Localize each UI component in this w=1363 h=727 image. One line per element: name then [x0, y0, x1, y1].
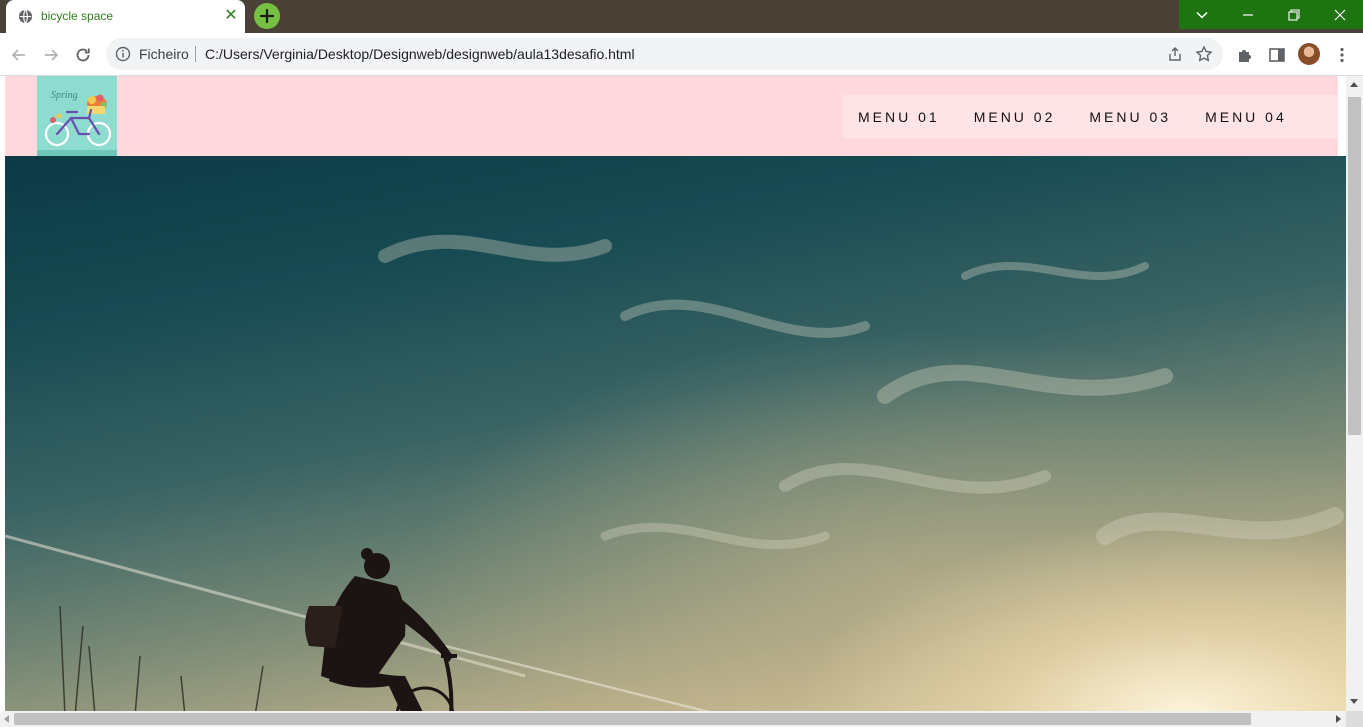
sky-cyclist-photo [5, 234, 1344, 711]
main-menu: MENU 01 MENU 02 MENU 03 MENU 04 [843, 95, 1338, 138]
url-text[interactable]: C:/Users/Verginia/Desktop/Designweb/desi… [205, 46, 635, 62]
tab-strip: bicycle space ✕ [0, 0, 1363, 33]
hero-image [5, 156, 1346, 711]
minimize-button[interactable] [1225, 0, 1271, 29]
arrow-left-icon[interactable] [9, 45, 29, 65]
horizontal-scrollbar[interactable] [0, 711, 1346, 727]
horizontal-scroll-thumb[interactable] [14, 713, 1251, 725]
browser-tab[interactable]: bicycle space ✕ [6, 0, 245, 33]
menu-item-01[interactable]: MENU 01 [858, 109, 940, 125]
site-header: Spring MENU 01 MENU 02 MENU 03 MENU 04 [5, 76, 1338, 156]
close-window-button[interactable] [1317, 0, 1363, 29]
scheme-label: Ficheiro [139, 46, 189, 62]
address-bar[interactable]: Ficheiro C:/Users/Verginia/Desktop/Desig… [106, 38, 1223, 70]
menu-item-03[interactable]: MENU 03 [1089, 109, 1171, 125]
browser-toolbar: Ficheiro C:/Users/Verginia/Desktop/Desig… [0, 33, 1363, 76]
share-icon[interactable] [1167, 46, 1183, 62]
star-icon[interactable] [1195, 45, 1213, 63]
menu-item-02[interactable]: MENU 02 [974, 109, 1056, 125]
side-panel-icon[interactable] [1267, 45, 1287, 65]
close-tab-icon[interactable]: ✕ [223, 8, 239, 24]
reload-icon[interactable] [73, 45, 93, 65]
scroll-up-icon[interactable] [1350, 82, 1358, 87]
scroll-down-icon[interactable] [1350, 699, 1358, 704]
restore-button[interactable] [1271, 0, 1317, 29]
window-controls [1179, 0, 1363, 29]
tab-search-button[interactable] [1179, 0, 1225, 29]
vertical-scroll-thumb[interactable] [1348, 97, 1361, 435]
restore-icon [1288, 8, 1300, 21]
puzzle-icon[interactable] [1235, 45, 1255, 65]
chevron-down-icon [1196, 11, 1208, 19]
logo-text: Spring [51, 90, 78, 101]
globe-icon [18, 9, 33, 24]
scrollbar-corner [1346, 711, 1363, 727]
bicycle-logo-icon: Spring [37, 76, 117, 156]
tab-title: bicycle space [41, 9, 114, 23]
page-viewport: Spring MENU 01 MENU 02 MENU 03 MENU 04 [0, 76, 1346, 711]
profile-avatar[interactable] [1298, 43, 1320, 65]
info-icon[interactable] [115, 46, 131, 62]
arrow-right-icon[interactable] [41, 45, 61, 65]
scroll-left-icon[interactable] [4, 715, 9, 723]
site-logo[interactable]: Spring [37, 76, 117, 156]
vertical-scrollbar[interactable] [1346, 76, 1363, 711]
menu-item-04[interactable]: MENU 04 [1205, 109, 1287, 125]
plus-icon [259, 8, 275, 24]
minimize-icon [1243, 13, 1253, 16]
new-tab-button[interactable] [254, 3, 280, 29]
close-icon [1334, 9, 1346, 20]
scroll-right-icon[interactable] [1336, 715, 1341, 723]
scheme-divider [195, 46, 196, 62]
kebab-menu-icon[interactable] [1332, 45, 1352, 65]
